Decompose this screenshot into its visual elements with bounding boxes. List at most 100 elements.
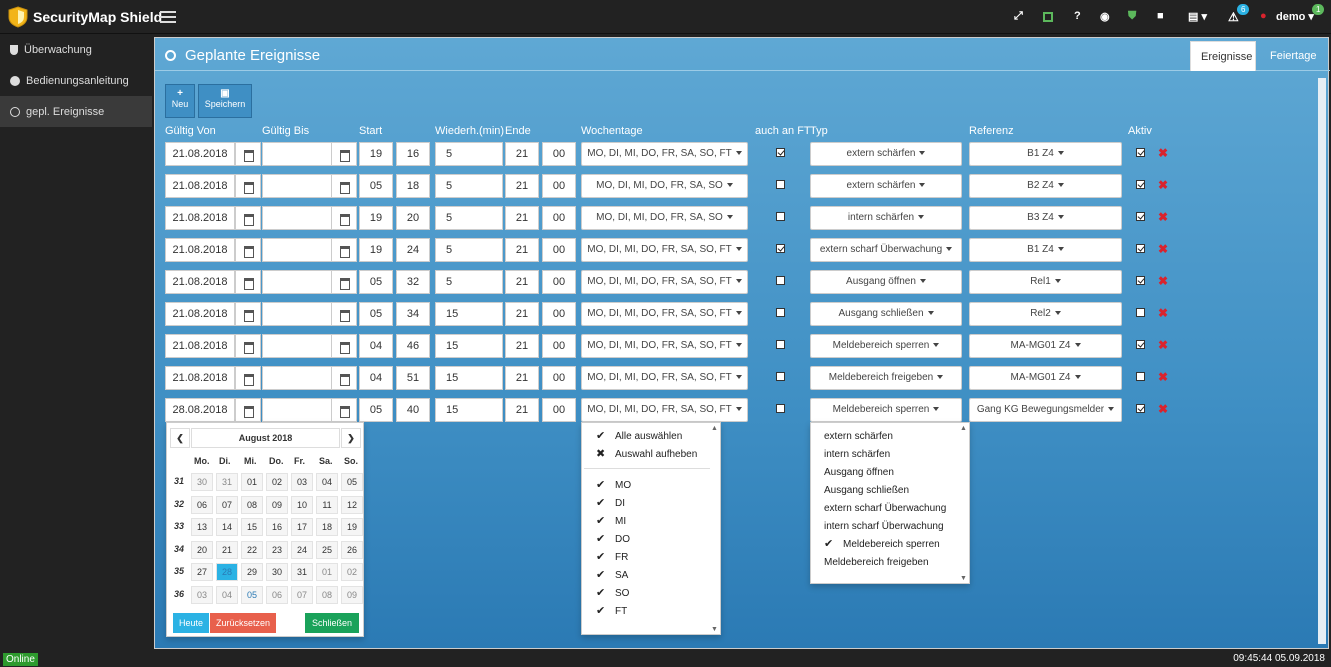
calendar-icon[interactable] [331,302,357,326]
gueltig-bis-input[interactable] [262,366,332,390]
gueltig-von-input[interactable]: 21.08.2018 [165,206,235,230]
reference-dropdown[interactable]: MA-MG01 Z4 [969,366,1122,390]
end-minute-input[interactable]: 00 [542,206,576,230]
weekday-option[interactable]: FR [615,552,628,563]
calendar-icon[interactable] [331,142,357,166]
repeat-minutes-input[interactable]: 5 [435,174,503,198]
gueltig-von-input[interactable]: 21.08.2018 [165,174,235,198]
type-option[interactable]: Meldebereich freigeben [824,557,929,568]
close-button[interactable]: Schließen [305,613,359,633]
reference-dropdown[interactable]: B1 Z4 [969,142,1122,166]
weekdays-dropdown[interactable]: MO, DI, MI, DO, FR, SA, SO, FT [581,270,748,294]
sidebar-item-gepl-ereignisse[interactable]: gepl. Ereignisse [0,96,152,127]
today-button[interactable]: Heute [173,613,209,633]
save-button[interactable]: ▣ Speichern [198,84,252,118]
tab-feiertage[interactable]: Feiertage [1260,41,1330,71]
weekdays-dropdown[interactable]: MO, DI, MI, DO, FR, SA, SO, FT [581,238,748,262]
calendar-day[interactable]: 13 [191,518,213,536]
camera-icon[interactable]: ■ [1157,10,1164,22]
page-scrollbar[interactable] [1318,78,1326,644]
gueltig-von-input[interactable]: 21.08.2018 [165,302,235,326]
type-dropdown[interactable]: extern schärfen [810,142,962,166]
holiday-checkbox[interactable] [776,308,785,317]
delete-icon[interactable]: ✖ [1158,275,1168,287]
calendar-day[interactable]: 02 [266,473,288,491]
calendar-day[interactable]: 09 [341,585,363,604]
active-checkbox[interactable] [1136,404,1145,413]
brand[interactable]: SecurityMap Shield [8,6,162,28]
type-dropdown[interactable]: Ausgang öffnen [810,270,962,294]
calendar-icon[interactable] [235,398,261,422]
reference-dropdown[interactable]: MA-MG01 Z4 [969,334,1122,358]
type-option[interactable]: extern schärfen [824,431,893,442]
calendar-icon[interactable] [331,238,357,262]
active-checkbox[interactable] [1136,308,1145,317]
sidebar-item-ueberwachung[interactable]: Überwachung [0,34,152,65]
calendar-day[interactable]: 01 [316,563,338,581]
calendar-day[interactable]: 18 [316,518,338,536]
gueltig-bis-input[interactable] [262,334,332,358]
calendar-icon[interactable] [331,398,357,422]
end-hour-input[interactable]: 21 [505,334,539,358]
type-option[interactable]: Ausgang schließen [824,485,909,496]
active-checkbox[interactable] [1136,340,1145,349]
start-minute-input[interactable]: 32 [396,270,430,294]
delete-icon[interactable]: ✖ [1158,307,1168,319]
weekdays-dropdown[interactable]: MO, DI, MI, DO, FR, SA, SO, FT [581,334,748,358]
gueltig-von-input[interactable]: 21.08.2018 [165,270,235,294]
end-hour-input[interactable]: 21 [505,238,539,262]
reference-dropdown[interactable]: B2 Z4 [969,174,1122,198]
calendar-day[interactable]: 04 [216,585,238,604]
gueltig-von-input[interactable]: 21.08.2018 [165,142,235,166]
active-checkbox[interactable] [1136,244,1145,253]
calendar-day[interactable]: 09 [266,495,288,514]
start-hour-input[interactable]: 04 [359,366,393,390]
repeat-minutes-input[interactable]: 15 [435,334,503,358]
type-dropdown[interactable]: intern schärfen [810,206,962,230]
scroll-up-icon[interactable]: ▲ [960,425,968,432]
reference-dropdown[interactable]: Rel2 [969,302,1122,326]
weekdays-dropdown[interactable]: MO, DI, MI, DO, FR, SA, SO [581,206,748,230]
calendar-day[interactable]: 30 [266,563,288,581]
end-minute-input[interactable]: 00 [542,334,576,358]
gueltig-bis-input[interactable] [262,270,332,294]
calendar-day[interactable]: 21 [216,540,238,559]
calendar-day[interactable]: 31 [216,473,238,491]
start-minute-input[interactable]: 40 [396,398,430,422]
calendar-day[interactable]: 15 [241,518,263,536]
delete-icon[interactable]: ✖ [1158,243,1168,255]
end-minute-input[interactable]: 00 [542,398,576,422]
type-option[interactable]: Ausgang öffnen [824,467,894,478]
type-option[interactable]: Meldebereich sperren [843,539,940,550]
weekday-option[interactable]: SA [615,570,628,581]
type-dropdown[interactable]: extern schärfen [810,174,962,198]
holiday-checkbox[interactable] [776,244,785,253]
holiday-checkbox[interactable] [776,340,785,349]
calendar-day[interactable]: 01 [241,473,263,491]
start-minute-input[interactable]: 34 [396,302,430,326]
weekday-option[interactable]: DO [615,534,630,545]
calendar-day[interactable]: 30 [191,473,213,491]
gueltig-bis-input[interactable] [262,206,332,230]
end-minute-input[interactable]: 00 [542,302,576,326]
calendar-day[interactable]: 24 [291,540,313,559]
weekday-option[interactable]: FT [615,606,627,617]
type-option[interactable]: intern schärfen [824,449,890,460]
start-hour-input[interactable]: 05 [359,270,393,294]
delete-icon[interactable]: ✖ [1158,339,1168,351]
calendar-icon[interactable] [235,366,261,390]
calendar-icon[interactable] [331,270,357,294]
end-minute-input[interactable]: 00 [542,174,576,198]
type-dropdown[interactable]: Ausgang schließen [810,302,962,326]
menu-toggle-icon[interactable] [160,11,176,23]
end-minute-input[interactable]: 00 [542,366,576,390]
calendar-icon[interactable] [235,302,261,326]
select-all-option[interactable]: Alle auswählen [615,431,682,442]
calendar-day[interactable]: 05 [341,473,363,491]
holiday-checkbox[interactable] [776,148,785,157]
start-hour-input[interactable]: 04 [359,334,393,358]
scroll-up-icon[interactable]: ▲ [711,425,719,432]
holiday-checkbox[interactable] [776,212,785,221]
delete-icon[interactable]: ✖ [1158,371,1168,383]
start-minute-input[interactable]: 24 [396,238,430,262]
